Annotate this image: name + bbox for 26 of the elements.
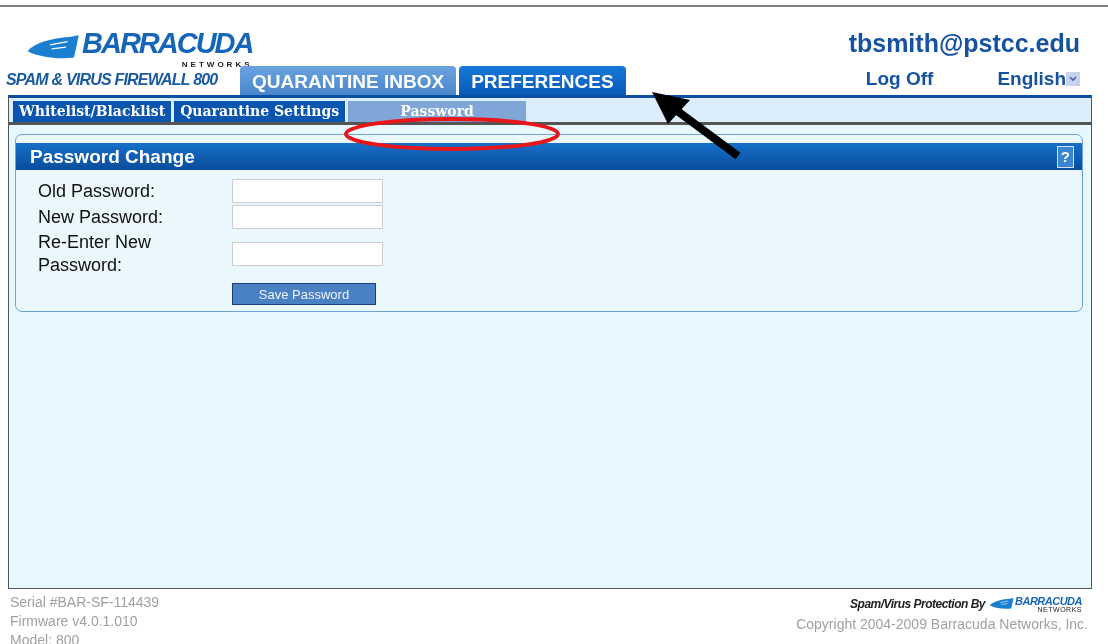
panel-title: Password Change <box>30 145 195 168</box>
copyright-text: Copyright 2004-2009 Barracuda Networks, Inc. <box>796 615 1088 634</box>
nav-tab[interactable]: PREFERENCES <box>459 66 626 95</box>
protection-text: Spam/Virus Protection By <box>850 597 985 611</box>
password-field[interactable] <box>232 242 383 266</box>
log-off-link[interactable]: Log Off <box>865 68 934 90</box>
field-label: Re-Enter New Password: <box>38 231 153 277</box>
user-email: tbsmith@pstcc.edu <box>848 29 1080 58</box>
sub-tab[interactable]: Quarantine Settings <box>174 101 346 122</box>
nav-tab[interactable]: QUARANTINE INBOX <box>240 66 457 95</box>
password-field[interactable] <box>232 205 383 229</box>
logo-wordmark: BARRACUDA <box>82 26 253 60</box>
fish-icon <box>989 597 1015 611</box>
firmware-version: Firmware v4.0.1.010 <box>10 612 139 631</box>
serial-number: Serial #BAR-SF-114439 <box>10 593 160 612</box>
help-button[interactable]: ? <box>1056 145 1074 168</box>
sub-tab[interactable]: Whitelist/Blacklist <box>13 101 172 122</box>
logo-tagline: NETWORKS <box>181 60 253 69</box>
save-password-button[interactable]: Save Password <box>232 283 376 305</box>
password-field[interactable] <box>232 179 383 203</box>
caret-icon <box>1066 72 1080 86</box>
language-dropdown[interactable]: English <box>997 68 1080 90</box>
field-label: New Password: <box>38 205 165 229</box>
field-label: Old Password: <box>38 179 157 203</box>
logo-wordmark: BARRACUDA <box>1015 596 1082 607</box>
product-name: SPAM & VIRUS FIREWALL 800 <box>6 71 218 89</box>
